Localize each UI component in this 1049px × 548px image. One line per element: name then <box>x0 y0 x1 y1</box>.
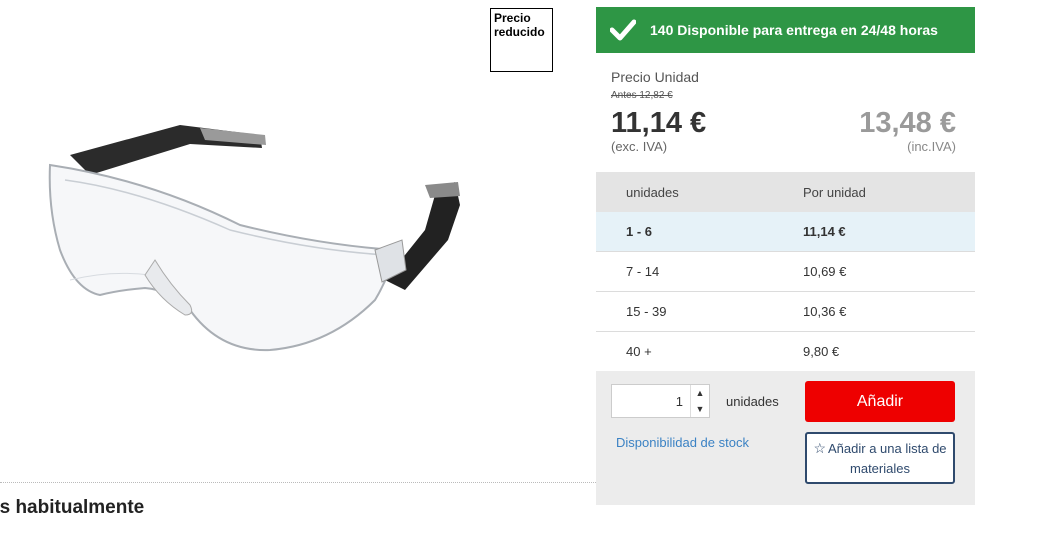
availability-banner: 140 Disponible para entrega en 24/48 hor… <box>596 7 975 53</box>
price-box: Precio Unidad Antes 12,82 € 11,14 € (exc… <box>596 53 975 172</box>
tier-price: 9,80 € <box>803 344 840 359</box>
tier-quantity: 40 + <box>626 344 652 359</box>
caret-down-icon[interactable]: ▼ <box>691 401 709 417</box>
badge-line-2: reducido <box>494 25 545 39</box>
purchase-actions: 1 ▲ ▼ unidades Añadir Disponibilidad de … <box>596 371 975 504</box>
reduced-price-badge: Precio reducido <box>490 8 553 72</box>
quantity-input[interactable]: 1 <box>612 394 690 409</box>
header-unit-price: Por unidad <box>803 184 866 200</box>
quantity-unit-label: unidades <box>726 394 779 409</box>
tier-price: 11,14 € <box>803 224 846 239</box>
price-excl-vat: 11,14 € <box>611 107 707 139</box>
add-to-list-button[interactable]: ☆ Añadir a una lista de materiales <box>805 432 955 484</box>
section-divider <box>0 482 596 483</box>
add-to-list-label: Añadir a una lista de materiales <box>828 441 947 476</box>
add-to-cart-button[interactable]: Añadir <box>805 381 955 422</box>
badge-line-1: Precio <box>494 11 531 25</box>
price-incl-vat-note: (inc.IVA) <box>907 139 956 154</box>
quantity-stepper[interactable]: 1 ▲ ▼ <box>611 384 710 418</box>
table-header: unidades Por unidad <box>596 172 975 212</box>
product-image-safety-glasses <box>48 125 460 352</box>
check-icon <box>610 19 636 41</box>
table-row: 15 - 39 10,36 € <box>596 292 975 332</box>
caret-up-icon[interactable]: ▲ <box>691 385 709 401</box>
availability-text: 140 Disponible para entrega en 24/48 hor… <box>650 22 938 38</box>
purchase-panel: 140 Disponible para entrega en 24/48 hor… <box>596 7 975 505</box>
tier-price: 10,36 € <box>803 304 847 319</box>
price-incl-vat: 13,48 € <box>859 107 956 139</box>
header-quantity: unidades <box>626 184 679 200</box>
stepper-buttons: ▲ ▼ <box>690 385 709 417</box>
tier-quantity: 7 - 14 <box>626 264 660 279</box>
table-row: 1 - 6 11,14 € <box>596 212 975 252</box>
tier-quantity: 15 - 39 <box>626 304 667 319</box>
table-row: 40 + 9,80 € <box>596 332 975 371</box>
stock-availability-link[interactable]: Disponibilidad de stock <box>616 435 749 450</box>
price-excl-vat-note: (exc. IVA) <box>611 139 668 154</box>
section-heading: os habitualmente <box>0 497 145 518</box>
table-row: 7 - 14 10,69 € <box>596 252 975 292</box>
previous-price: Antes 12,82 € <box>611 90 673 101</box>
tier-quantity: 1 - 6 <box>626 224 653 239</box>
unit-price-label: Precio Unidad <box>611 69 699 85</box>
tier-price: 10,69 € <box>803 264 847 279</box>
quantity-price-table: unidades Por unidad 1 - 6 11,14 € 7 - 14… <box>596 172 975 371</box>
star-outline-icon: ☆ <box>813 440 827 456</box>
